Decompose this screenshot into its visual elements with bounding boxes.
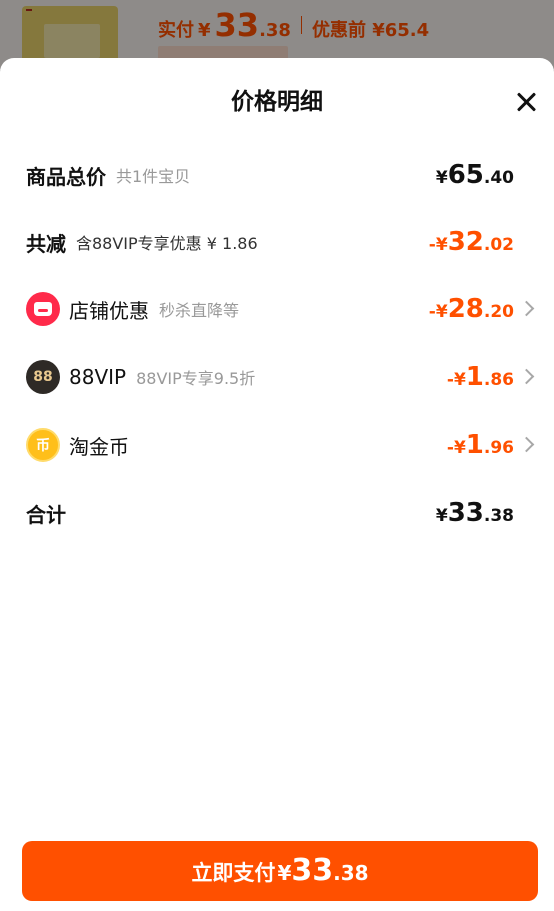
pay-now-int: 33 — [291, 853, 334, 888]
coin-label: 淘金币 — [69, 434, 129, 459]
vip-currency: -¥ — [446, 370, 466, 390]
reduction-label: 共减 — [26, 231, 66, 256]
coin-dec: .96 — [483, 438, 514, 458]
vip-label: 88VIP — [69, 365, 127, 389]
sum-amount: ¥ 33 .38 — [436, 493, 514, 533]
sheet-title: 价格明细 — [231, 89, 323, 115]
vip-88-icon: 88 — [26, 360, 60, 394]
goods-total-currency: ¥ — [435, 168, 448, 188]
shop-discount-note: 秒杀直降等 — [159, 301, 240, 320]
goods-total-dec: .40 — [483, 168, 514, 188]
close-icon[interactable] — [510, 88, 542, 120]
pay-now-currency: ¥ — [277, 861, 292, 885]
reduction-note: 含88VIP专享优惠 ¥ 1.86 — [76, 234, 258, 253]
row-88vip[interactable]: 88 88VIP 88VIP专享9.5折 -¥ 1 .86 — [0, 357, 554, 397]
vip-dec: .86 — [483, 370, 514, 390]
shop-discount-dec: .20 — [483, 302, 514, 322]
coin-int: 1 — [465, 430, 484, 460]
row-sum: 合计 ¥ 33 .38 — [0, 493, 554, 533]
chevron-right-icon — [518, 368, 535, 385]
goods-total-amount: ¥ 65 .40 — [436, 155, 514, 195]
shop-discount-amount: -¥ 28 .20 — [429, 289, 514, 329]
row-total-reduction: 共减 含88VIP专享优惠 ¥ 1.86 -¥ 32 .02 — [0, 222, 554, 262]
sum-int: 33 — [447, 498, 484, 528]
goods-total-int: 65 — [447, 160, 484, 190]
pay-now-dec: .38 — [333, 861, 369, 885]
sum-dec: .38 — [483, 506, 514, 526]
pay-now-button[interactable]: 立即支付 ¥ 33 .38 — [22, 841, 538, 901]
goods-total-note: 共1件宝贝 — [116, 167, 191, 186]
chevron-right-icon — [518, 300, 535, 317]
row-goods-total: 商品总价 共1件宝贝 ¥ 65 .40 — [0, 155, 554, 195]
shop-discount-currency: -¥ — [428, 302, 448, 322]
reduction-int: 32 — [447, 227, 484, 257]
sum-label: 合计 — [26, 502, 66, 527]
coin-amount: -¥ 1 .96 — [447, 425, 514, 465]
coin-icon: 币 — [26, 428, 60, 462]
row-shop-discount[interactable]: 店铺优惠 秒杀直降等 -¥ 28 .20 — [0, 289, 554, 329]
reduction-currency: -¥ — [428, 235, 448, 255]
vip-amount: -¥ 1 .86 — [447, 357, 514, 397]
goods-total-label: 商品总价 — [26, 164, 106, 189]
shop-discount-label: 店铺优惠 — [69, 298, 149, 323]
chevron-right-icon — [518, 436, 535, 453]
shop-discount-int: 28 — [447, 294, 484, 324]
pay-now-label: 立即支付 — [191, 861, 276, 885]
row-taojinbi[interactable]: 币 淘金币 -¥ 1 .96 — [0, 425, 554, 465]
reduction-amount: -¥ 32 .02 — [429, 222, 514, 262]
coin-icon-glyph: 币 — [36, 438, 50, 454]
sum-currency: ¥ — [435, 506, 448, 526]
coin-currency: -¥ — [446, 438, 466, 458]
reduction-dec: .02 — [483, 235, 514, 255]
vip-int: 1 — [465, 362, 484, 392]
vip-note: 88VIP专享9.5折 — [136, 369, 256, 388]
shop-icon — [26, 292, 60, 326]
price-detail-sheet: 价格明细 商品总价 共1件宝贝 ¥ 65 .40 共减 含88VIP专享优惠 ¥… — [0, 58, 554, 911]
